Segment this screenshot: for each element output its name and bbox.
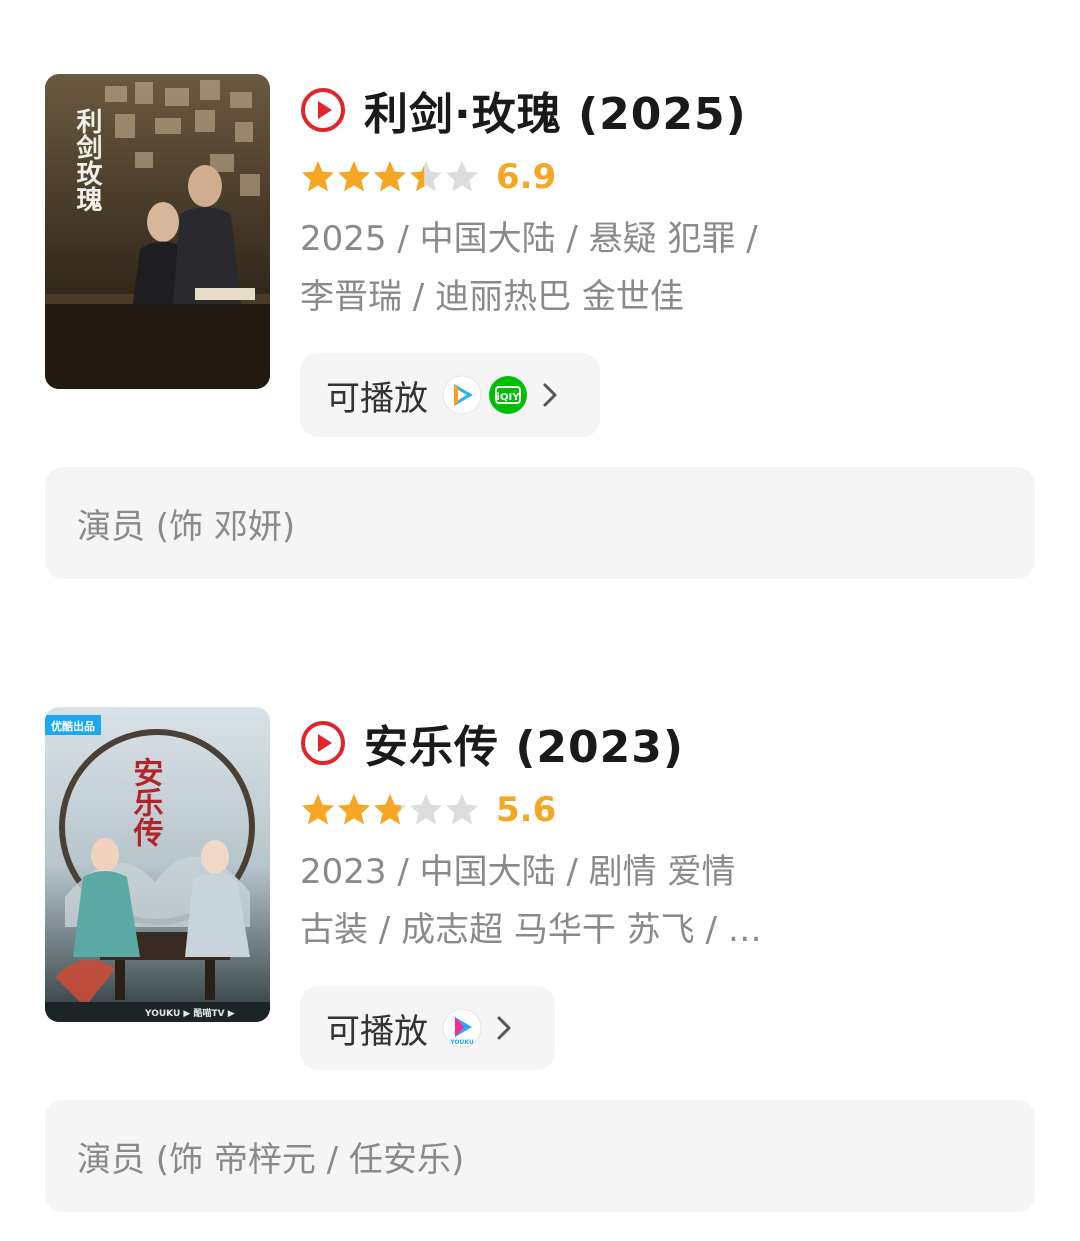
- star-half-icon: [374, 794, 406, 825]
- movie-title[interactable]: 安乐传 (2023): [364, 711, 684, 775]
- playable-label: 可播放: [326, 1011, 428, 1052]
- star-rating: [300, 159, 480, 195]
- role-text: 演员 (饰 邓妍): [77, 506, 296, 547]
- chevron-right-icon: [497, 1016, 511, 1040]
- rating-row: 6.9: [300, 155, 556, 199]
- star-full-icon: [302, 161, 334, 192]
- poster-image[interactable]: 利剑玫瑰: [45, 74, 270, 389]
- star-full-icon: [374, 161, 406, 192]
- star-full-icon: [338, 794, 370, 825]
- playable-button[interactable]: 可播放 YOUKU: [300, 986, 555, 1070]
- poster-badge: 优酷出品: [51, 719, 95, 733]
- rating-score: 6.9: [496, 157, 557, 197]
- role-box: 演员 (饰 邓妍): [45, 467, 1035, 579]
- svg-text:YOUKU ▶ 酷喵TV ▶: YOUKU ▶ 酷喵TV ▶: [144, 1007, 235, 1019]
- movie-title[interactable]: 利剑·玫瑰 (2025): [364, 78, 747, 142]
- rating-score: 5.6: [496, 790, 557, 830]
- playable-button[interactable]: 可播放 iQIY: [300, 353, 600, 437]
- poster-image[interactable]: 安乐传 优酷出品 YOUKU ▶ 酷喵TV ▶: [45, 707, 270, 1022]
- playable-label: 可播放: [326, 378, 428, 419]
- star-full-icon: [302, 794, 334, 825]
- poster-title-text: 利剑玫瑰: [72, 108, 102, 212]
- rating-row: 5.6: [300, 788, 556, 832]
- meta-line-1: 2025 / 中国大陆 / 悬疑 犯罪 /: [300, 219, 758, 259]
- poster-title-text: 安乐传: [128, 757, 165, 847]
- star-rating: [300, 792, 480, 828]
- star-half-icon: [410, 161, 442, 192]
- svg-text:YOUKU: YOUKU: [449, 1039, 474, 1046]
- play-circle-icon[interactable]: [300, 87, 346, 133]
- tencent-video-icon: [442, 375, 482, 415]
- movie-meta: 2025 / 中国大陆 / 悬疑 犯罪 / 李晋瑞 / 迪丽热巴 金世佳: [300, 210, 860, 326]
- play-circle-icon[interactable]: [300, 720, 346, 766]
- star-full-icon: [338, 161, 370, 192]
- youku-icon: YOUKU: [442, 1008, 482, 1048]
- svg-text:iQIY: iQIY: [497, 392, 521, 403]
- star-empty-icon: [446, 794, 478, 825]
- movie-meta: 2023 / 中国大陆 / 剧情 爱情 古装 / 成志超 马华干 苏飞 / …: [300, 843, 860, 959]
- title-row[interactable]: 安乐传 (2023): [300, 713, 684, 773]
- role-text: 演员 (饰 帝梓元 / 任安乐): [77, 1139, 465, 1180]
- star-empty-icon: [410, 794, 442, 825]
- star-empty-icon: [446, 161, 478, 192]
- iqiyi-icon: iQIY: [489, 376, 527, 414]
- role-box: 演员 (饰 帝梓元 / 任安乐): [45, 1100, 1035, 1212]
- meta-line-1: 2023 / 中国大陆 / 剧情 爱情: [300, 852, 736, 892]
- chevron-right-icon: [543, 383, 557, 407]
- meta-line-2: 古装 / 成志超 马华干 苏飞 / …: [300, 910, 762, 950]
- title-row[interactable]: 利剑·玫瑰 (2025): [300, 80, 747, 140]
- meta-line-2: 李晋瑞 / 迪丽热巴 金世佳: [300, 277, 684, 317]
